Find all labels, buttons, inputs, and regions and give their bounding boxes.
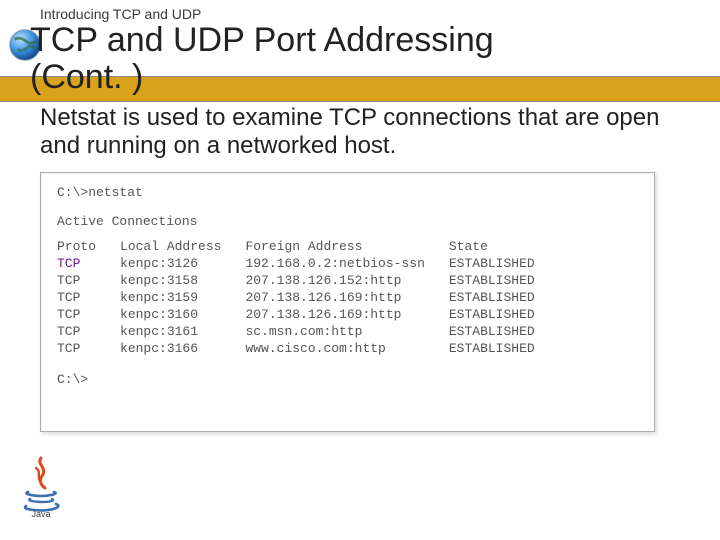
java-logo-label: Java [31,509,50,518]
terminal-active-connections-label: Active Connections [57,214,638,229]
slide-body: Netstat is used to examine TCP connectio… [40,104,680,159]
table-row: TCPkenpc:3126192.168.0.2:netbios-ssnESTA… [57,256,559,273]
cell-foreign: 207.138.126.169:http [245,290,448,307]
slide-kicker: Introducing TCP and UDP [40,6,201,22]
cell-local: kenpc:3158 [120,273,245,290]
cell-state: ESTABLISHED [449,307,559,324]
col-state: State [449,239,559,256]
cell-proto: TCP [57,341,120,358]
cell-proto: TCP [57,273,120,290]
java-logo-icon: Java [18,454,64,518]
slide-title: TCP and UDP Port Addressing (Cont. ) [30,22,494,97]
slide: Introducing TCP and UDP TCP and UDP Port… [0,0,720,540]
connections-tbody: TCPkenpc:3126192.168.0.2:netbios-ssnESTA… [57,256,559,358]
connections-table: Proto Local Address Foreign Address Stat… [57,239,559,358]
cell-state: ESTABLISHED [449,256,559,273]
table-row: TCPkenpc:3159207.138.126.169:httpESTABLI… [57,290,559,307]
cell-foreign: sc.msn.com:http [245,324,448,341]
cell-foreign: 207.138.126.169:http [245,307,448,324]
terminal-prompt-end: C:\> [57,372,638,387]
terminal-window: C:\>netstat Active Connections Proto Loc… [40,172,655,432]
cell-proto: TCP [57,290,120,307]
cell-proto: TCP [57,256,120,273]
cell-local: kenpc:3161 [120,324,245,341]
cell-state: ESTABLISHED [449,324,559,341]
col-local: Local Address [120,239,245,256]
cell-local: kenpc:3159 [120,290,245,307]
table-header-row: Proto Local Address Foreign Address Stat… [57,239,559,256]
terminal-prompt-command: C:\>netstat [57,185,638,200]
cell-state: ESTABLISHED [449,341,559,358]
cell-local: kenpc:3126 [120,256,245,273]
cell-local: kenpc:3166 [120,341,245,358]
col-foreign: Foreign Address [245,239,448,256]
cell-foreign: 207.138.126.152:http [245,273,448,290]
col-proto: Proto [57,239,120,256]
cell-state: ESTABLISHED [449,273,559,290]
table-row: TCPkenpc:3166www.cisco.com:httpESTABLISH… [57,341,559,358]
table-row: TCPkenpc:3161sc.msn.com:httpESTABLISHED [57,324,559,341]
cell-local: kenpc:3160 [120,307,245,324]
cell-proto: TCP [57,324,120,341]
table-row: TCPkenpc:3158207.138.126.152:httpESTABLI… [57,273,559,290]
cell-proto: TCP [57,307,120,324]
cell-foreign: 192.168.0.2:netbios-ssn [245,256,448,273]
cell-state: ESTABLISHED [449,290,559,307]
table-row: TCPkenpc:3160207.138.126.169:httpESTABLI… [57,307,559,324]
cell-foreign: www.cisco.com:http [245,341,448,358]
